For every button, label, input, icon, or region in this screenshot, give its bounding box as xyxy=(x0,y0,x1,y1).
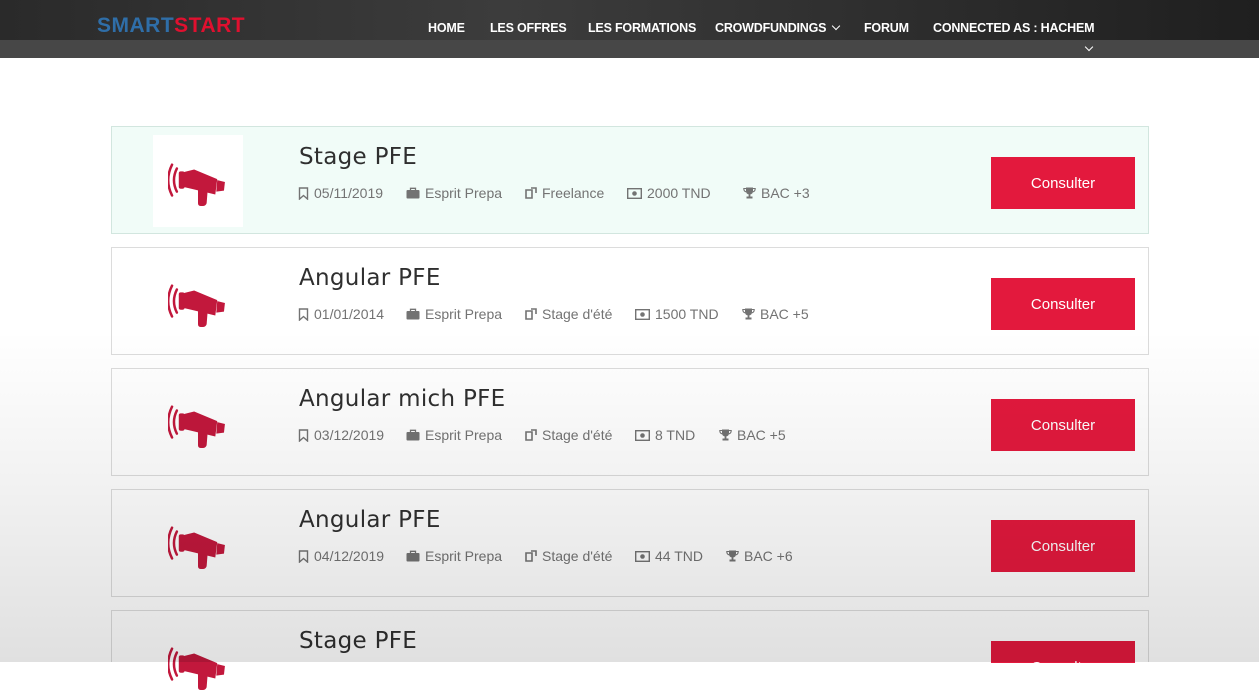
briefcase-icon xyxy=(406,429,420,441)
offer-type: Stage d'été xyxy=(525,548,612,564)
megaphone-icon xyxy=(168,284,227,328)
trophy-icon xyxy=(743,187,756,199)
offer-company-text: Esprit Prepa xyxy=(425,185,503,201)
external-link-icon xyxy=(525,550,537,562)
megaphone-icon xyxy=(168,647,227,691)
offer-company-text: Esprit Prepa xyxy=(425,548,503,564)
bookmark-icon xyxy=(298,186,309,200)
offer-level: BAC +3 xyxy=(743,185,810,201)
offer-type-text: Stage d'été xyxy=(542,548,613,564)
offer-level: BAC +5 xyxy=(742,306,809,322)
megaphone-icon xyxy=(168,163,227,207)
offer-level-text: BAC +5 xyxy=(737,427,786,443)
offer-salary-text: 8 TND xyxy=(655,427,696,443)
offer-card: Stage PFE 05/11/2019 Esprit Prepa Freela… xyxy=(111,126,1149,234)
offer-salary: 1500 TND xyxy=(635,306,719,322)
offer-salary: 8 TND xyxy=(635,427,695,443)
offer-salary: 44 TND xyxy=(635,548,703,564)
offer-type-text: Freelance xyxy=(542,185,605,201)
offer-company-text: Esprit Prepa xyxy=(425,427,503,443)
offer-date: 05/11/2019 xyxy=(298,185,383,201)
offer-date-text: 04/12/2019 xyxy=(314,548,385,564)
offer-date: 03/12/2019 xyxy=(298,427,384,443)
trophy-icon xyxy=(719,429,732,441)
top-navbar: SMARTSTART HOME LES OFFRES LES FORMATION… xyxy=(0,0,1259,58)
offer-date: 01/01/2014 xyxy=(298,306,384,322)
bookmark-icon xyxy=(298,428,309,442)
chevron-down-icon xyxy=(832,21,841,31)
briefcase-icon xyxy=(406,550,420,562)
consulter-button[interactable]: Consulter xyxy=(991,641,1135,663)
consulter-button[interactable]: Consulter xyxy=(991,399,1135,451)
offer-date-text: 03/12/2019 xyxy=(314,427,385,443)
money-icon xyxy=(635,308,650,320)
money-icon xyxy=(627,187,642,199)
offer-card: Angular PFE 04/12/2019 Esprit Prepa Stag… xyxy=(111,489,1149,597)
offer-type: Stage d'été xyxy=(525,427,612,443)
consulter-button[interactable]: Consulter xyxy=(991,157,1135,209)
offer-level-text: BAC +6 xyxy=(744,548,793,564)
consulter-button[interactable]: Consulter xyxy=(991,278,1135,330)
offer-date-text: 01/01/2014 xyxy=(314,306,385,322)
external-link-icon xyxy=(525,429,537,441)
offer-title: Stage PFE xyxy=(299,144,418,170)
briefcase-icon xyxy=(406,308,420,320)
nav-forum[interactable]: FORUM xyxy=(864,21,909,35)
offer-card: Stage PFE Consulter xyxy=(111,610,1149,691)
offer-title: Stage PFE xyxy=(299,628,418,654)
nav-connected-user[interactable]: CONNECTED AS : HACHEM xyxy=(933,21,1095,35)
brand-logo-part2: START xyxy=(174,14,246,37)
offer-title: Angular PFE xyxy=(299,507,441,533)
offer-type: Stage d'été xyxy=(525,306,612,322)
external-link-icon xyxy=(525,187,537,199)
nav-crowdfundings-label: CROWDFUNDINGS xyxy=(715,21,827,35)
megaphone-icon xyxy=(168,405,227,449)
consulter-button[interactable]: Consulter xyxy=(991,520,1135,572)
bookmark-icon xyxy=(298,307,309,321)
offer-level: BAC +6 xyxy=(726,548,793,564)
offer-company: Esprit Prepa xyxy=(406,548,502,564)
offer-title: Angular mich PFE xyxy=(299,386,506,412)
megaphone-icon xyxy=(168,526,227,570)
offer-salary-text: 44 TND xyxy=(655,548,703,564)
offer-date-text: 05/11/2019 xyxy=(314,185,384,201)
money-icon xyxy=(635,550,650,562)
offer-type: Freelance xyxy=(525,185,604,201)
offer-company-text: Esprit Prepa xyxy=(425,306,503,322)
offer-company: Esprit Prepa xyxy=(406,427,502,443)
navbar-submenu-strip xyxy=(0,40,1259,58)
nav-crowdfundings[interactable]: CROWDFUNDINGS xyxy=(715,21,841,35)
offer-card: Angular PFE 01/01/2014 Esprit Prepa Stag… xyxy=(111,247,1149,355)
offer-date: 04/12/2019 xyxy=(298,548,384,564)
nav-les-formations[interactable]: LES FORMATIONS xyxy=(588,21,696,35)
money-icon xyxy=(635,429,650,441)
offer-title: Angular PFE xyxy=(299,265,441,291)
offer-salary-text: 2000 TND xyxy=(647,185,711,201)
offer-salary-text: 1500 TND xyxy=(655,306,719,322)
brand-logo-part1: SMART xyxy=(97,14,175,37)
nav-les-offres[interactable]: LES OFFRES xyxy=(490,21,567,35)
offer-company: Esprit Prepa xyxy=(406,185,502,201)
offer-card: Angular mich PFE 03/12/2019 Esprit Prepa… xyxy=(111,368,1149,476)
brand-logo[interactable]: SMARTSTART xyxy=(97,14,245,38)
nav-home[interactable]: HOME xyxy=(428,21,465,35)
offer-salary: 2000 TND xyxy=(627,185,711,201)
offer-type-text: Stage d'été xyxy=(542,427,613,443)
bookmark-icon xyxy=(298,549,309,563)
offer-type-text: Stage d'été xyxy=(542,306,613,322)
offer-level-text: BAC +3 xyxy=(761,185,810,201)
offer-level: BAC +5 xyxy=(719,427,786,443)
offer-company: Esprit Prepa xyxy=(406,306,502,322)
external-link-icon xyxy=(525,308,537,320)
briefcase-icon xyxy=(406,187,420,199)
offer-level-text: BAC +5 xyxy=(760,306,809,322)
trophy-icon xyxy=(742,308,755,320)
trophy-icon xyxy=(726,550,739,562)
